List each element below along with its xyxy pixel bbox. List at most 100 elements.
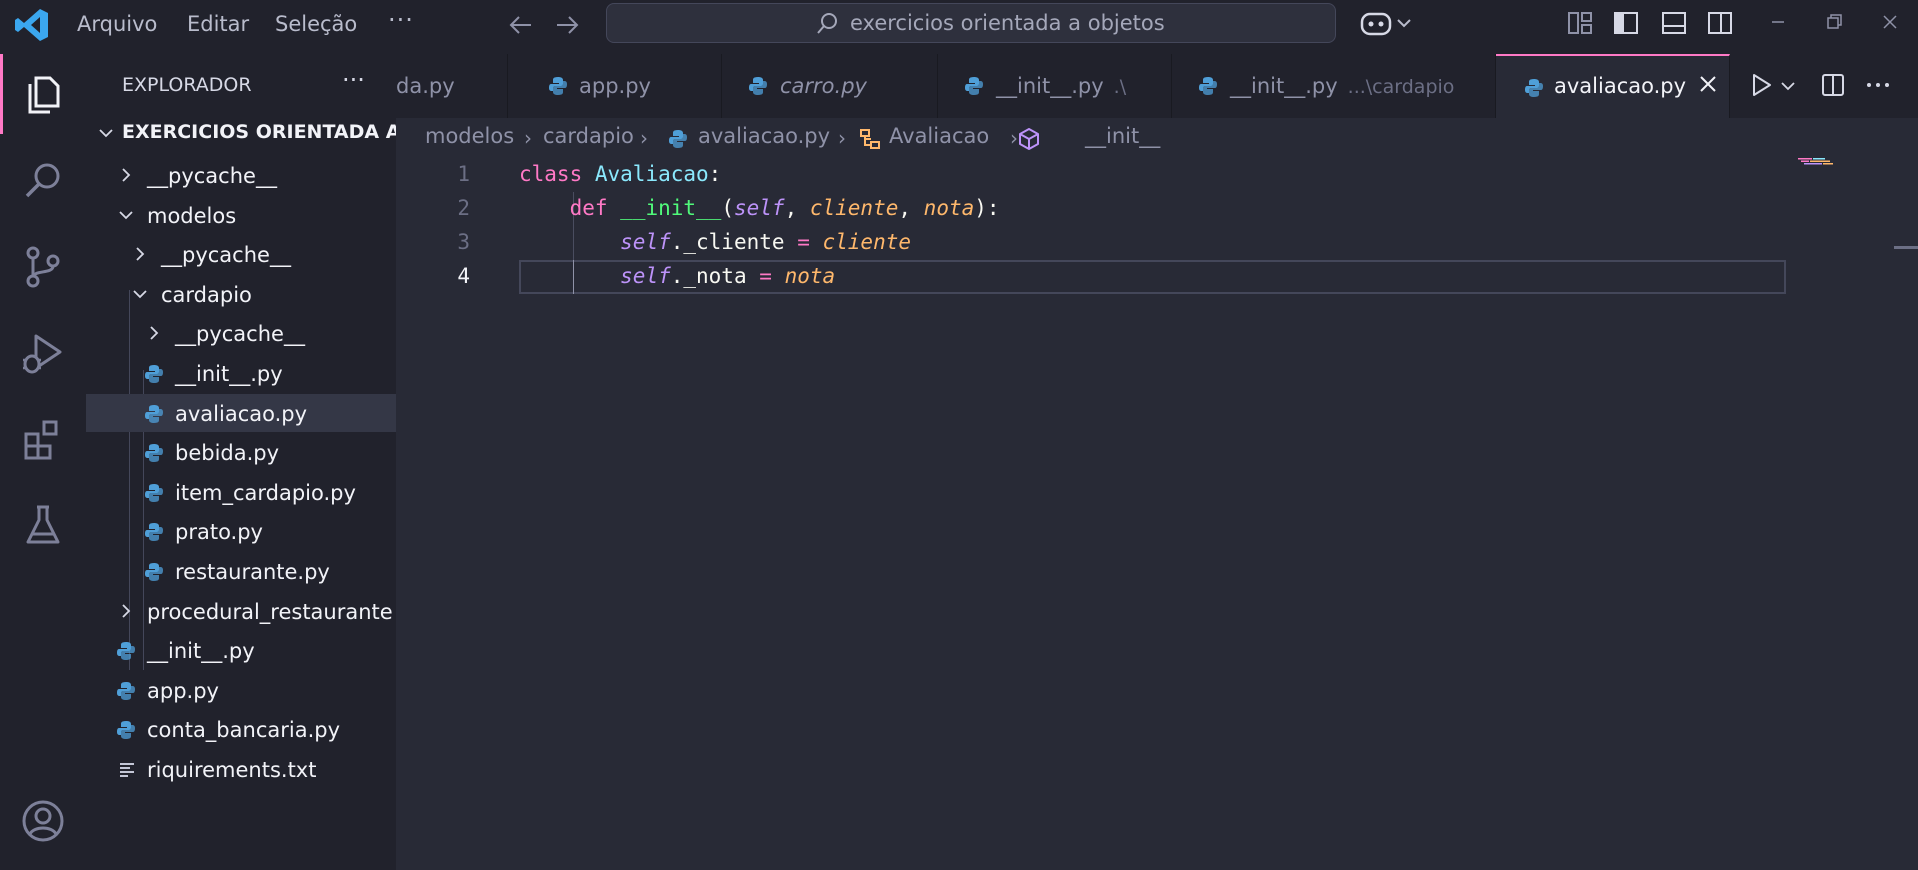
activity-run-debug[interactable]: [0, 312, 86, 392]
activity-testing[interactable]: [0, 484, 86, 564]
copilot-icon[interactable]: [1358, 8, 1418, 38]
workspace-root-label: EXERCICIOS ORIENTADA A ...: [122, 121, 429, 143]
breadcrumb-method[interactable]: __init__: [1085, 124, 1160, 148]
line-number: 3: [457, 230, 470, 254]
run-dropdown-chevron-icon[interactable]: [1780, 78, 1796, 94]
restore-icon[interactable]: [1820, 8, 1848, 36]
search-text: exercicios orientada a objetos: [850, 11, 1165, 35]
python-file-icon: [145, 563, 163, 581]
account-icon: [22, 800, 64, 842]
activity-source-control[interactable]: [0, 226, 86, 306]
tree-file-init[interactable]: __init__.py: [86, 354, 396, 392]
tree-file-restaurante[interactable]: restaurante.py: [86, 552, 396, 590]
code-editor[interactable]: 1 class Avaliacao: 2 def __init__(self, …: [396, 158, 1918, 870]
tree-file-init[interactable]: __init__.py: [86, 631, 396, 669]
breadcrumb-class[interactable]: Avaliacao: [889, 124, 989, 148]
explorer-sidebar: EXPLORADOR ··· EXERCICIOS ORIENTADA A ..…: [86, 54, 429, 870]
editor-tab-bar: da.py app.py carro.py __init__.py .\ __in…: [396, 54, 1918, 118]
close-window-icon[interactable]: [1876, 8, 1904, 36]
breadcrumb: modelos › cardapio › avaliacao.py › Aval…: [396, 118, 1918, 158]
explorer-more-icon[interactable]: ···: [342, 66, 365, 94]
tree-file-app[interactable]: app.py: [86, 671, 396, 709]
activity-search[interactable]: [0, 140, 86, 220]
menu-arquivo[interactable]: Arquivo: [77, 12, 157, 36]
back-arrow-icon[interactable]: [506, 10, 536, 40]
code-text: self._cliente = cliente: [620, 230, 912, 254]
tab-da-py[interactable]: da.py: [396, 54, 508, 118]
toggle-panel-icon[interactable]: [1660, 9, 1688, 37]
breadcrumb-cardapio[interactable]: cardapio: [543, 124, 634, 148]
title-bar: Arquivo Editar Seleção ··· exercicios or…: [0, 0, 1918, 54]
tree-item-label: __init__.py: [175, 362, 283, 386]
workspace-root-folder[interactable]: EXERCICIOS ORIENTADA A ...: [86, 118, 429, 148]
code-line: 2 def __init__(self, cliente, nota):: [396, 192, 1786, 226]
python-file-icon: [749, 77, 767, 95]
menu-selecao[interactable]: Seleção: [275, 12, 357, 36]
minimap[interactable]: [1798, 158, 1838, 166]
tree-folder-pycache[interactable]: __pycache__: [86, 314, 396, 352]
breadcrumb-file[interactable]: avaliacao.py: [698, 124, 830, 148]
activity-explorer[interactable]: [0, 54, 86, 134]
breadcrumb-separator: ›: [640, 126, 648, 150]
search-icon: [25, 163, 60, 198]
activity-accounts[interactable]: [0, 780, 86, 860]
tree-folder-cardapio[interactable]: cardapio: [86, 275, 396, 313]
vscode-logo-icon: [15, 9, 48, 41]
command-center-search[interactable]: exercicios orientada a objetos: [606, 3, 1336, 43]
python-file-icon: [117, 682, 135, 700]
tab-label: __init__.py: [1230, 74, 1338, 98]
tree-item-label: prato.py: [175, 520, 263, 544]
menu-editar[interactable]: Editar: [187, 12, 249, 36]
tree-folder-pycache[interactable]: __pycache__: [86, 235, 396, 273]
tree-file-prato[interactable]: prato.py: [86, 512, 396, 550]
tree-folder-pycache[interactable]: __pycache__: [86, 156, 396, 194]
text-file-icon: [120, 763, 134, 777]
activity-extensions[interactable]: [0, 398, 86, 478]
tab-init-py-cardapio[interactable]: __init__.py ...\cardapio: [1172, 54, 1496, 118]
close-tab-icon[interactable]: [1696, 72, 1720, 96]
python-file-icon: [145, 365, 163, 383]
tree-item-label: procedural_restaurante: [147, 600, 393, 624]
tab-carro-py[interactable]: carro.py: [722, 54, 938, 118]
tree-file-bebida[interactable]: bebida.py: [86, 433, 396, 471]
tab-avaliacao-py[interactable]: avaliacao.py: [1496, 54, 1730, 118]
tab-init-py-root[interactable]: __init__.py .\: [938, 54, 1172, 118]
customize-layout-icon[interactable]: [1566, 9, 1594, 37]
tree-item-label: cardapio: [161, 283, 252, 307]
menu-more-icon[interactable]: ···: [388, 6, 414, 34]
more-actions-icon[interactable]: [1864, 72, 1892, 98]
minimize-icon[interactable]: [1764, 8, 1792, 36]
tree-item-label: conta_bancaria.py: [147, 718, 340, 742]
tree-file-conta-bancaria[interactable]: conta_bancaria.py: [86, 710, 396, 748]
method-symbol-icon: [1019, 128, 1039, 150]
python-file-icon: [549, 77, 567, 95]
chevron-right-icon: [122, 168, 131, 182]
chevron-down-icon: [133, 290, 147, 299]
tree-file-avaliacao[interactable]: avaliacao.py: [86, 394, 396, 432]
tree-item-label: __init__.py: [147, 639, 255, 663]
python-file-icon: [669, 130, 687, 148]
breadcrumb-modelos[interactable]: modelos: [425, 124, 514, 148]
tree-item-label: __pycache__: [161, 243, 291, 267]
run-python-icon[interactable]: [1748, 72, 1774, 98]
split-editor-icon[interactable]: [1820, 72, 1846, 98]
tree-file-item-cardapio[interactable]: item_cardapio.py: [86, 473, 396, 511]
line-number: 2: [457, 196, 470, 220]
code-text: self._nota = nota: [620, 264, 836, 288]
python-file-icon: [1525, 79, 1543, 97]
python-file-icon: [145, 405, 163, 423]
code-line: 1 class Avaliacao:: [396, 158, 1786, 192]
testing-icon: [26, 505, 60, 544]
toggle-secondary-sidebar-icon[interactable]: [1706, 9, 1734, 37]
tree-item-label: bebida.py: [175, 441, 280, 465]
tree-file-riquirements[interactable]: riquirements.txt: [86, 750, 396, 788]
tab-app-py[interactable]: app.py: [508, 54, 722, 118]
toggle-primary-sidebar-icon[interactable]: [1612, 9, 1640, 37]
tree-folder-modelos[interactable]: modelos: [86, 196, 396, 234]
tree-item-label: avaliacao.py: [175, 402, 308, 426]
tab-label: avaliacao.py: [1554, 74, 1687, 98]
tree-item-label: app.py: [147, 679, 219, 703]
tree-folder-procedural-restaurante[interactable]: procedural_restaurante: [86, 592, 396, 630]
tab-label: carro.py: [780, 74, 867, 98]
forward-arrow-icon[interactable]: [552, 10, 582, 40]
